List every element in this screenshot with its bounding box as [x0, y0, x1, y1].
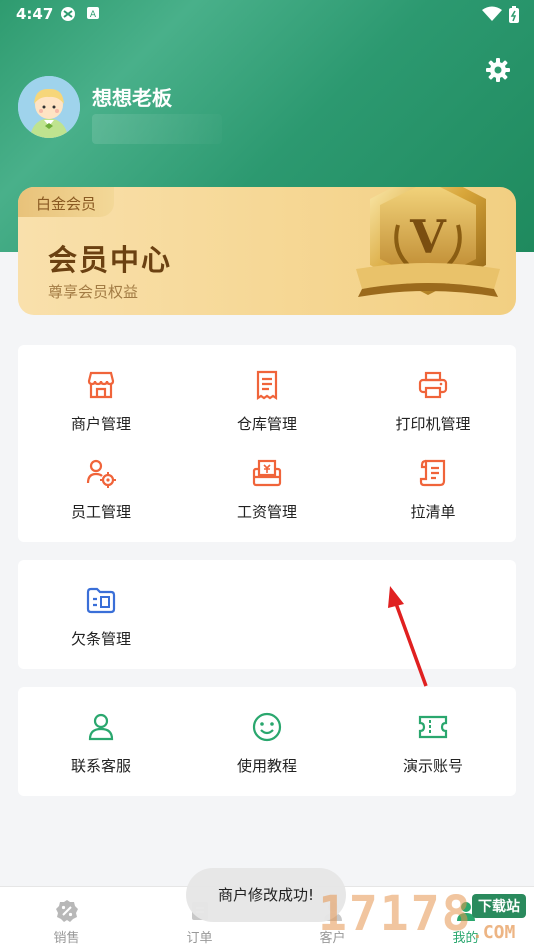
staff-management-button[interactable]: 员工管理	[18, 457, 184, 543]
grid-item-label: 仓库管理	[236, 415, 297, 433]
folder-id-icon	[86, 587, 116, 614]
list-scroll-icon	[419, 459, 446, 487]
site-watermark: 17178 下载站 .COM	[300, 886, 534, 950]
grid-item-label: 使用教程	[236, 757, 297, 775]
support-panel: 联系客服 使用教程 演示账号	[18, 687, 516, 796]
vip-badge-letter: V	[409, 210, 447, 264]
svg-text:A: A	[90, 10, 97, 20]
vip-badge-icon: V	[356, 187, 500, 297]
watermark-suffix: .COM	[472, 922, 516, 943]
grid-item-label: 联系客服	[70, 757, 131, 775]
wifi-icon	[482, 6, 502, 26]
vip-member-card[interactable]: 白金会员 会员中心 尊享会员权益 V	[18, 187, 516, 315]
checklist-button[interactable]: 拉清单	[350, 457, 516, 543]
annotation-arrow	[388, 586, 428, 687]
username: 想想老板	[92, 86, 172, 110]
grid-item-label: 拉清单	[410, 503, 456, 521]
settings-gear-icon[interactable]	[484, 56, 512, 84]
grid-item-label: 工资管理	[236, 503, 297, 521]
status-bar: 4:47 A	[0, 0, 534, 28]
battery-icon	[508, 6, 520, 28]
watermark-digits: 17178	[318, 886, 473, 942]
percent-badge-icon	[56, 900, 78, 922]
grid-item-label: 打印机管理	[395, 415, 471, 433]
blurred-account-info	[92, 114, 222, 144]
app-notification-icon	[60, 6, 76, 26]
status-time: 4:47	[16, 5, 54, 23]
merchant-management-button[interactable]: 商户管理	[18, 369, 184, 455]
vip-card-title: 会员中心	[48, 243, 173, 277]
merchant-functions-panel: 商户管理 仓库管理 打印机管理 员工管理 工资管理 拉清单	[18, 345, 516, 542]
tutorial-button[interactable]: 使用教程	[184, 711, 350, 797]
store-icon	[87, 371, 115, 399]
grid-item-label: 员工管理	[70, 503, 131, 521]
staff-settings-icon	[86, 459, 116, 488]
smile-icon	[252, 712, 282, 742]
demo-account-button[interactable]: 演示账号	[350, 711, 516, 797]
contact-support-button[interactable]: 联系客服	[18, 711, 184, 797]
debt-panel: 欠条管理	[18, 560, 516, 669]
keyboard-notification-icon: A	[86, 6, 100, 24]
grid-item-label: 商户管理	[70, 415, 131, 433]
tab-sales[interactable]: 销售	[0, 887, 133, 950]
vip-level-tag: 白金会员	[18, 187, 114, 217]
tab-label: 销售	[53, 931, 80, 946]
iou-management-button[interactable]: 欠条管理	[18, 584, 184, 670]
receipt-icon	[256, 370, 278, 401]
person-icon	[88, 713, 114, 741]
watermark-chip: 下载站	[472, 894, 526, 918]
salary-management-button[interactable]: 工资管理	[184, 457, 350, 543]
grid-item-label: 演示账号	[402, 757, 463, 775]
user-profile[interactable]: 想想老板	[18, 76, 418, 144]
warehouse-management-button[interactable]: 仓库管理	[184, 369, 350, 455]
grid-item-label: 欠条管理	[70, 630, 131, 648]
printer-management-button[interactable]: 打印机管理	[350, 369, 516, 455]
salary-icon	[252, 459, 282, 487]
avatar[interactable]	[18, 76, 80, 138]
printer-icon	[418, 371, 448, 399]
tab-label: 订单	[186, 931, 213, 946]
vip-card-subtitle: 尊享会员权益	[48, 283, 139, 301]
ticket-icon	[418, 715, 448, 739]
